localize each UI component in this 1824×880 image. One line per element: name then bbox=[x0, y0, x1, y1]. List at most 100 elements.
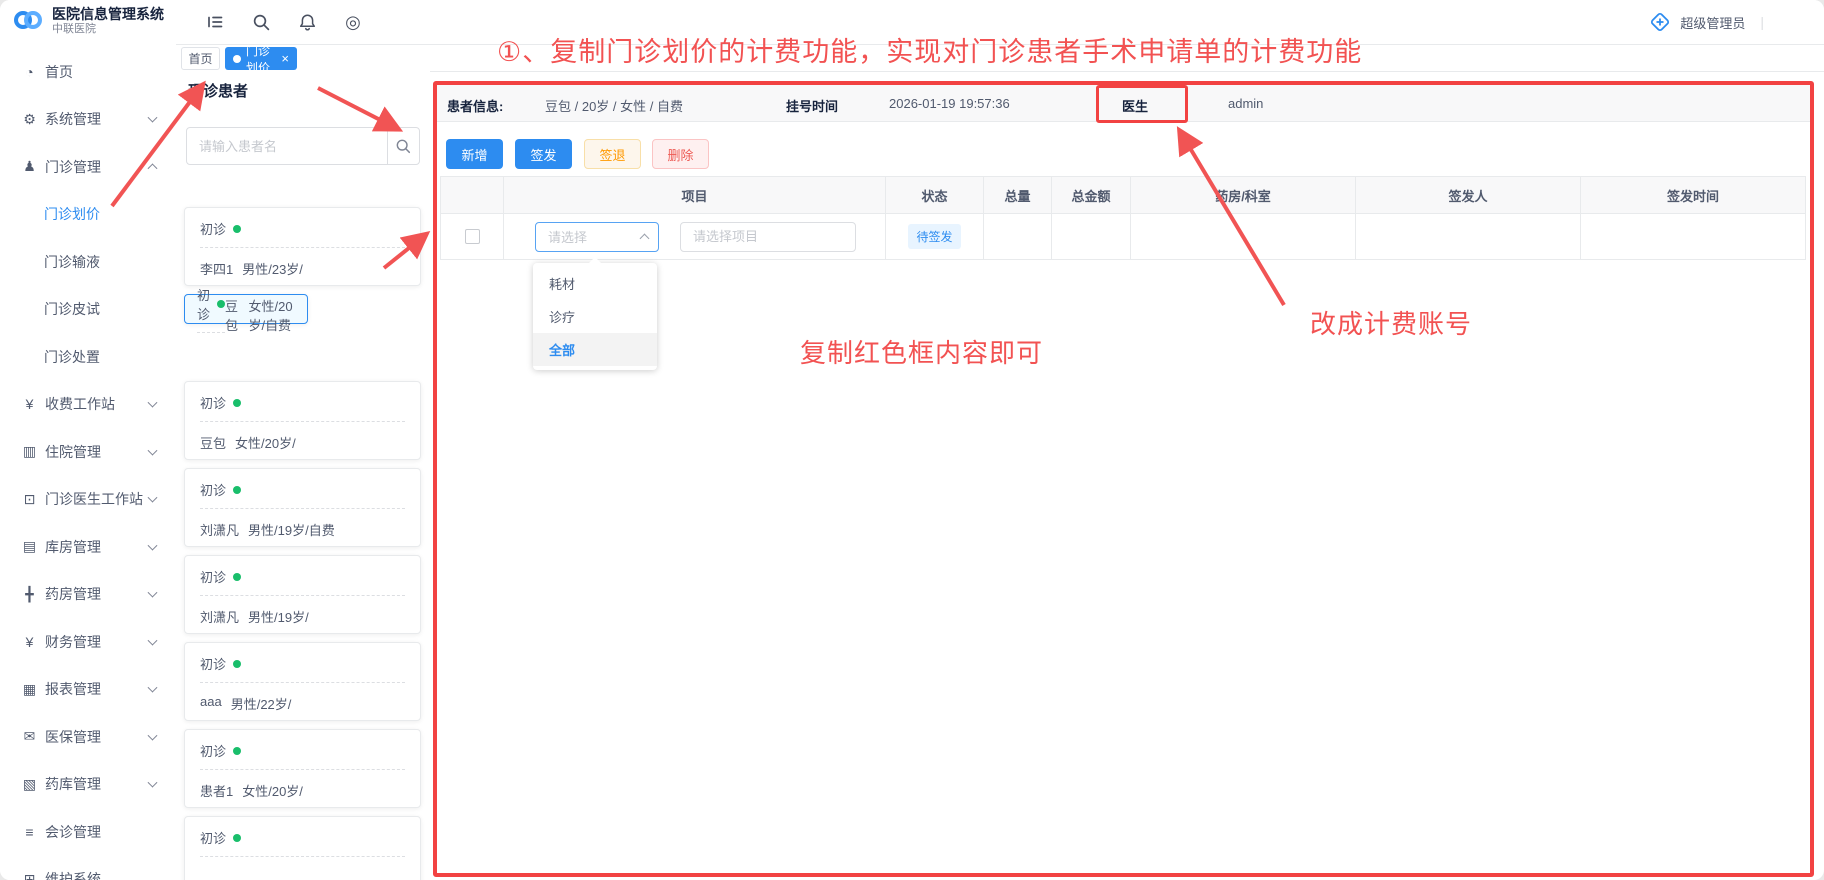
patient-card-selected[interactable]: 初诊 豆包女性/20岁/自费 bbox=[184, 294, 308, 324]
patient-panel: 现诊患者 初诊 李四1男性/23岁/ 初诊 豆包女性/20岁/自费 初诊 豆包女… bbox=[176, 70, 430, 880]
monitor-icon: ⊡ bbox=[21, 491, 38, 508]
drugstore-icon: ▧ bbox=[21, 776, 38, 793]
column-status: 状态 bbox=[886, 177, 984, 214]
status-dot bbox=[233, 834, 241, 842]
patient-search-button[interactable] bbox=[387, 128, 419, 164]
issue-button[interactable]: 签发 bbox=[515, 139, 572, 169]
patient-search-input[interactable] bbox=[187, 128, 387, 164]
add-button[interactable]: 新增 bbox=[446, 139, 503, 169]
chevron-down-icon bbox=[148, 493, 158, 503]
sidebar-item-outpatient-skintest[interactable]: 门诊皮试 bbox=[0, 286, 176, 334]
patient-card[interactable]: 初诊 aaa男性/22岁/ bbox=[184, 642, 421, 721]
notification-bell-icon[interactable] bbox=[297, 12, 317, 32]
tab-menzhen-huajia[interactable]: 门诊划价 × bbox=[225, 47, 297, 70]
patient-card[interactable]: 初诊 李四1男性/23岁/ bbox=[184, 207, 421, 286]
yen-icon: ¥ bbox=[21, 396, 38, 412]
app-title: 医院信息管理系统 bbox=[52, 6, 164, 22]
chevron-down-icon bbox=[148, 540, 158, 550]
sidebar-item-outpatient-infusion[interactable]: 门诊输液 bbox=[0, 238, 176, 286]
doctor-value: admin bbox=[1228, 96, 1263, 111]
header-divider-line bbox=[176, 44, 1824, 45]
sidebar-item-inpatient[interactable]: ▥ 住院管理 bbox=[0, 428, 176, 476]
dropdown-caret-icon bbox=[589, 257, 601, 263]
patient-card[interactable]: 初诊 刘潇凡男性/19岁/自费 bbox=[184, 468, 421, 547]
status-dot bbox=[217, 300, 225, 308]
sidebar-item-reports[interactable]: ▦ 报表管理 bbox=[0, 666, 176, 714]
sidebar-item-drug-depot[interactable]: ▧ 药库管理 bbox=[0, 761, 176, 809]
registration-time-value: 2026-01-19 19:57:36 bbox=[889, 96, 1010, 111]
report-icon: ▦ bbox=[21, 681, 38, 698]
chevron-down-icon bbox=[148, 113, 158, 123]
status-dot bbox=[233, 747, 241, 755]
status-dot bbox=[233, 225, 241, 233]
menu-fold-icon[interactable] bbox=[205, 12, 225, 32]
column-pharmacy-dept: 药房/科室 bbox=[1131, 177, 1356, 214]
dropdown-option-consumables[interactable]: 耗材 bbox=[533, 267, 657, 300]
column-item: 项目 bbox=[504, 177, 886, 214]
chevron-down-icon bbox=[148, 730, 158, 740]
sidebar-item-outpatient-disposal[interactable]: 门诊处置 bbox=[0, 333, 176, 381]
chevron-down-icon bbox=[148, 635, 158, 645]
delete-button[interactable]: 删除 bbox=[652, 139, 709, 169]
dashboard-icon: ◔ bbox=[21, 64, 38, 80]
sidebar-item-medical-insurance[interactable]: ✉ 医保管理 bbox=[0, 713, 176, 761]
envelope-icon: ✉ bbox=[21, 728, 38, 745]
billing-table: 项目 状态 总量 总金额 药房/科室 签发人 签发时间 请选择 bbox=[440, 176, 1806, 260]
chevron-up-icon bbox=[640, 233, 650, 243]
chevron-down-icon bbox=[148, 683, 158, 693]
sidebar-item-doctor-station[interactable]: ⊡ 门诊医生工作站 bbox=[0, 476, 176, 524]
warehouse-icon: ▤ bbox=[21, 538, 38, 555]
patient-card[interactable]: 初诊 患者1女性/20岁/ bbox=[184, 729, 421, 808]
chevron-down-icon bbox=[148, 398, 158, 408]
patient-card[interactable]: 初诊 豆包女性/20岁/ bbox=[184, 381, 421, 460]
top-header: 医院信息管理系统 中联医院 ◎ bbox=[0, 0, 1824, 44]
column-issue-time: 签发时间 bbox=[1581, 177, 1806, 214]
category-select[interactable]: 请选择 bbox=[535, 222, 659, 252]
tab-close-icon[interactable]: × bbox=[281, 52, 289, 65]
tab-home[interactable]: 首页 bbox=[181, 47, 220, 70]
sidebar-item-system[interactable]: ⚙ 系统管理 bbox=[0, 96, 176, 144]
users-icon: ♟ bbox=[21, 158, 38, 175]
column-issuer: 签发人 bbox=[1356, 177, 1581, 214]
sidebar-item-finance[interactable]: ¥ 财务管理 bbox=[0, 618, 176, 666]
status-dot bbox=[233, 573, 241, 581]
status-dot bbox=[233, 399, 241, 407]
aperture-icon[interactable]: ◎ bbox=[343, 12, 363, 32]
sidebar-item-consultation[interactable]: ≡ 会诊管理 bbox=[0, 808, 176, 856]
sidebar-item-charging-station[interactable]: ¥ 收费工作站 bbox=[0, 381, 176, 429]
patient-info-label: 患者信息: bbox=[447, 96, 503, 115]
patient-card[interactable]: 初诊 刘潇凡男性/19岁/ bbox=[184, 555, 421, 634]
patient-info-bar: 患者信息: 豆包 / 20岁 / 女性 / 自费 挂号时间 2026-01-19… bbox=[437, 85, 1812, 122]
sidebar-item-maintenance[interactable]: ⊞ 维护系统 bbox=[0, 856, 176, 880]
chevron-up-icon bbox=[148, 163, 158, 173]
item-search-input[interactable] bbox=[680, 222, 856, 252]
search-icon bbox=[395, 138, 412, 155]
chevron-down-icon bbox=[148, 445, 158, 455]
row-checkbox[interactable] bbox=[465, 229, 480, 244]
dropdown-option-all[interactable]: 全部 bbox=[533, 333, 657, 366]
sidebar-item-home[interactable]: ◔ 首页 bbox=[0, 48, 176, 96]
registration-time-label: 挂号时间 bbox=[786, 96, 838, 115]
header-divider: | bbox=[1760, 14, 1764, 30]
patient-card[interactable]: 初诊 bbox=[184, 816, 421, 880]
gear-icon: ⚙ bbox=[21, 111, 38, 128]
chevron-down-icon bbox=[148, 778, 158, 788]
search-icon[interactable] bbox=[251, 12, 271, 32]
user-role-icon bbox=[1649, 11, 1671, 33]
table-row: 请选择 待签发 bbox=[441, 214, 1806, 260]
doctor-label: 医生 bbox=[1122, 96, 1148, 115]
patient-info-value: 豆包 / 20岁 / 女性 / 自费 bbox=[545, 96, 683, 115]
hospital-system-window: 医院信息管理系统 中联医院 ◎ bbox=[0, 0, 1824, 880]
sidebar-item-pharmacy[interactable]: ╋ 药房管理 bbox=[0, 571, 176, 619]
user-role-label[interactable]: 超级管理员 bbox=[1680, 13, 1745, 32]
sidebar-nav: ◔ 首页 ⚙ 系统管理 ♟ 门诊管理 门诊划价 门诊输液 门诊皮试 门诊处置 ¥… bbox=[0, 44, 176, 880]
sidebar-item-outpatient[interactable]: ♟ 门诊管理 bbox=[0, 143, 176, 191]
sidebar-item-outpatient-pricing[interactable]: 门诊划价 bbox=[0, 191, 176, 239]
dropdown-option-treatment[interactable]: 诊疗 bbox=[533, 300, 657, 333]
status-dot bbox=[233, 660, 241, 668]
yen-icon: ¥ bbox=[21, 634, 38, 650]
hospital-name: 中联医院 bbox=[52, 22, 164, 36]
revoke-button[interactable]: 签退 bbox=[584, 139, 641, 169]
annotation-note-account: 改成计费账号 bbox=[1310, 304, 1472, 341]
sidebar-item-warehouse[interactable]: ▤ 库房管理 bbox=[0, 523, 176, 571]
